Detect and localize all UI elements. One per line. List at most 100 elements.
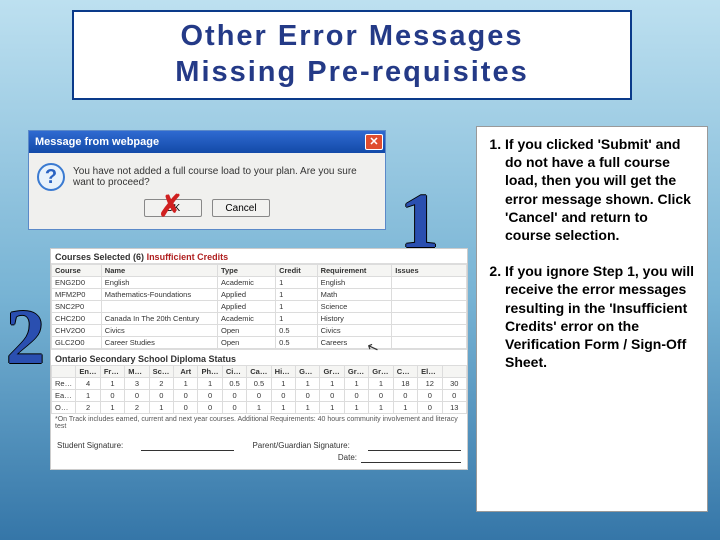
table-cell: Required bbox=[52, 378, 76, 390]
instruction-step-1: If you clicked 'Submit' and do not have … bbox=[505, 135, 697, 244]
table-row: Required4132110.50.511111181230 bbox=[52, 378, 467, 390]
table-cell: 0.5 bbox=[247, 378, 271, 390]
col-requirement: Requirement bbox=[317, 265, 392, 277]
table-cell: 0 bbox=[198, 390, 222, 402]
table-cell: 1 bbox=[369, 402, 393, 414]
col-type: Type bbox=[217, 265, 275, 277]
table-cell: 0 bbox=[125, 390, 149, 402]
diploma-col bbox=[52, 366, 76, 378]
table-cell: 0 bbox=[100, 390, 124, 402]
table-row: MFM2P0Mathematics-FoundationsApplied1Mat… bbox=[52, 289, 467, 301]
guardian-signature-label: Parent/Guardian Signature: bbox=[252, 441, 349, 451]
table-cell: History bbox=[317, 313, 392, 325]
table-cell bbox=[392, 301, 467, 313]
col-name: Name bbox=[101, 265, 217, 277]
table-cell: 0 bbox=[149, 390, 173, 402]
table-cell: 1 bbox=[320, 378, 344, 390]
insufficient-credits-error: Insufficient Credits bbox=[147, 252, 229, 262]
ok-button[interactable]: OK bbox=[144, 199, 202, 217]
table-cell: ENG2D0 bbox=[52, 277, 102, 289]
table-cell: 1 bbox=[198, 378, 222, 390]
table-cell: 1 bbox=[247, 402, 271, 414]
diploma-col: Math bbox=[125, 366, 149, 378]
table-cell: GLC2O0 bbox=[52, 337, 102, 349]
table-cell: Math bbox=[317, 289, 392, 301]
table-cell: 0 bbox=[222, 402, 246, 414]
diploma-col: Elective bbox=[418, 366, 442, 378]
table-cell: English bbox=[317, 277, 392, 289]
table-cell: 1 bbox=[100, 378, 124, 390]
diploma-col: Comp. bbox=[393, 366, 417, 378]
diploma-col: Grp 1 bbox=[320, 366, 344, 378]
verification-sheet: Courses Selected (6) Insufficient Credit… bbox=[50, 248, 468, 470]
table-cell: 30 bbox=[442, 378, 467, 390]
diploma-status-table: EnglishFrenchMathScienceArtPhysEdCivicsC… bbox=[51, 365, 467, 414]
date-label: Date: bbox=[338, 453, 357, 463]
table-cell: 4 bbox=[76, 378, 100, 390]
table-cell: On Track* bbox=[52, 402, 76, 414]
table-cell: 1 bbox=[296, 402, 320, 414]
table-cell: 1 bbox=[393, 402, 417, 414]
ok-button-zone: OK ✗ bbox=[144, 199, 202, 217]
table-cell bbox=[392, 277, 467, 289]
table-cell: 1 bbox=[149, 402, 173, 414]
date-row: Date: bbox=[51, 453, 467, 469]
table-cell: 1 bbox=[276, 289, 318, 301]
diploma-col: Grp 3 bbox=[369, 366, 393, 378]
diploma-col: Civics bbox=[222, 366, 246, 378]
table-row: GLC2O0Career StudiesOpen0.5Careers bbox=[52, 337, 467, 349]
table-cell: Career Studies bbox=[101, 337, 217, 349]
table-cell: 1 bbox=[276, 301, 318, 313]
dialog-title: Message from webpage bbox=[35, 136, 159, 148]
diploma-col: Science bbox=[149, 366, 173, 378]
table-cell: 0 bbox=[198, 402, 222, 414]
table-cell: Applied bbox=[217, 301, 275, 313]
table-cell: Applied bbox=[217, 289, 275, 301]
table-cell: 1 bbox=[76, 390, 100, 402]
table-cell: 1 bbox=[344, 402, 368, 414]
diploma-status-header: Ontario Secondary School Diploma Status bbox=[51, 349, 467, 365]
courses-count-label: Courses Selected (6) bbox=[55, 252, 144, 262]
table-cell bbox=[392, 337, 467, 349]
table-cell: 0.5 bbox=[222, 378, 246, 390]
close-icon[interactable]: ✕ bbox=[365, 134, 383, 150]
table-cell: CHV2O0 bbox=[52, 325, 102, 337]
table-cell: Civics bbox=[101, 325, 217, 337]
table-cell: 2 bbox=[125, 402, 149, 414]
table-row: On Track*21210001111111013 bbox=[52, 402, 467, 414]
table-cell: Science bbox=[317, 301, 392, 313]
table-row: CHV2O0CivicsOpen0.5Civics bbox=[52, 325, 467, 337]
message-dialog: Message from webpage ✕ ? You have not ad… bbox=[28, 130, 386, 230]
table-cell: 1 bbox=[271, 402, 295, 414]
table-cell: 0 bbox=[393, 390, 417, 402]
table-cell: 1 bbox=[276, 277, 318, 289]
table-cell: Earned bbox=[52, 390, 76, 402]
diploma-col: History bbox=[271, 366, 295, 378]
callout-number-2: 2 bbox=[6, 292, 45, 382]
diploma-col: Grp 2 bbox=[344, 366, 368, 378]
table-cell: 0 bbox=[247, 390, 271, 402]
table-cell: 0 bbox=[418, 402, 442, 414]
table-cell: 1 bbox=[296, 378, 320, 390]
table-cell: 3 bbox=[125, 378, 149, 390]
table-cell: Open bbox=[217, 325, 275, 337]
table-row: ENG2D0EnglishAcademic1English bbox=[52, 277, 467, 289]
table-cell: 0 bbox=[174, 402, 198, 414]
table-cell: 2 bbox=[149, 378, 173, 390]
table-cell: Careers bbox=[317, 337, 392, 349]
instructions-panel: If you clicked 'Submit' and do not have … bbox=[476, 126, 708, 512]
table-cell: 1 bbox=[344, 378, 368, 390]
courses-selected-header: Courses Selected (6) Insufficient Credit… bbox=[51, 249, 467, 264]
diploma-col: Careers bbox=[247, 366, 271, 378]
table-cell: Canada In The 20th Century bbox=[101, 313, 217, 325]
diploma-col: French bbox=[100, 366, 124, 378]
table-cell: 0 bbox=[369, 390, 393, 402]
table-cell: 1 bbox=[100, 402, 124, 414]
table-cell: 0 bbox=[296, 390, 320, 402]
table-cell: 1 bbox=[369, 378, 393, 390]
table-cell: 18 bbox=[393, 378, 417, 390]
signatures-row: Student Signature: Parent/Guardian Signa… bbox=[51, 435, 467, 453]
cancel-button[interactable]: Cancel bbox=[212, 199, 270, 217]
table-cell: 0 bbox=[418, 390, 442, 402]
col-course: Course bbox=[52, 265, 102, 277]
